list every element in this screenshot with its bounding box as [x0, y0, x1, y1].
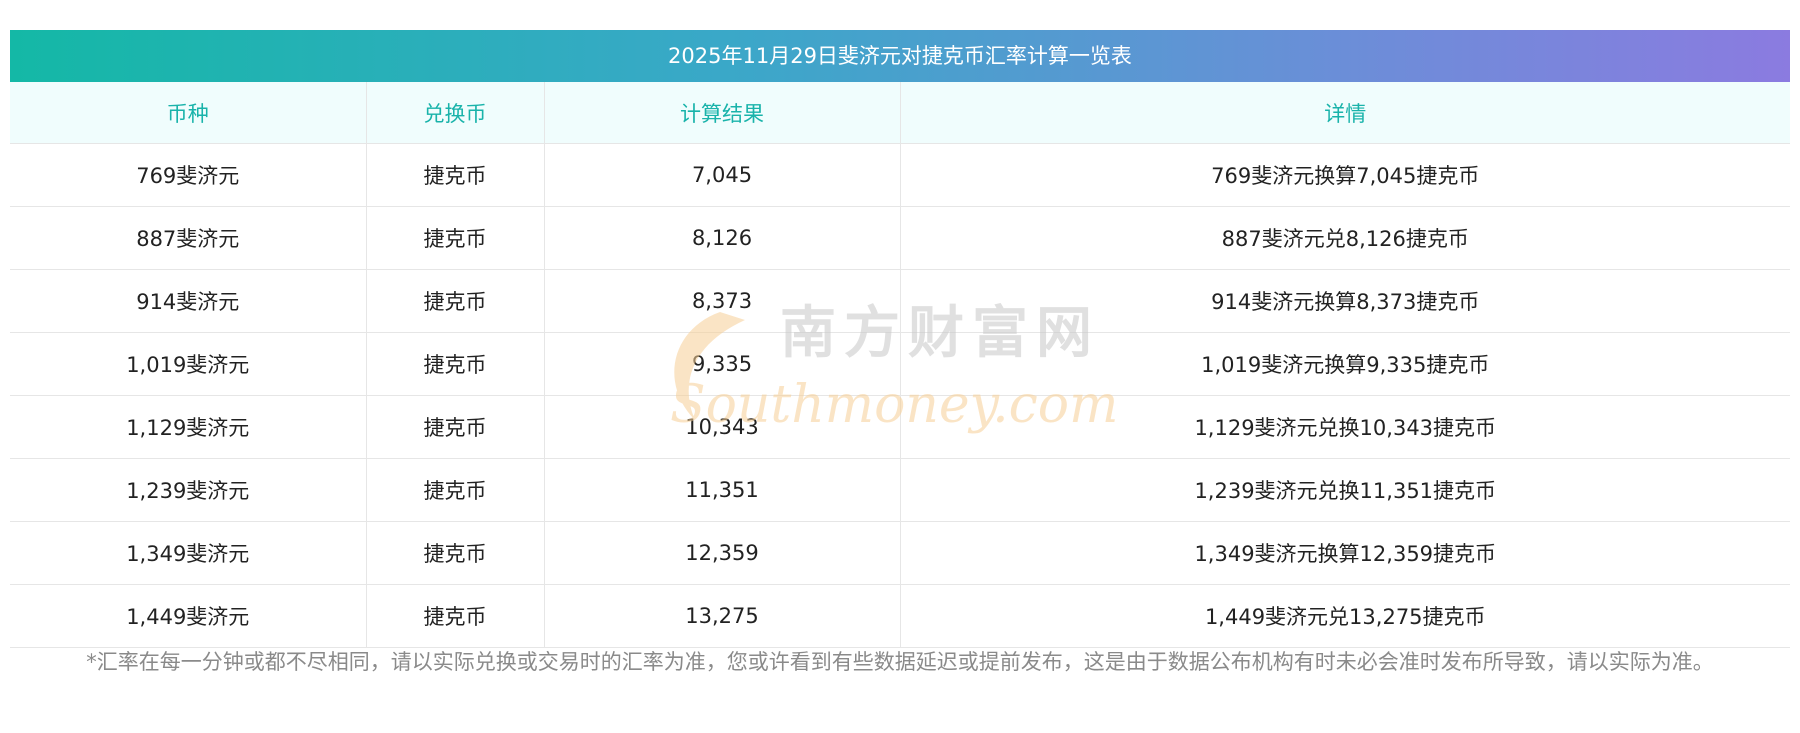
- table-row: 1,449斐济元 捷克币 13,275 1,449斐济元兑13,275捷克币: [10, 584, 1790, 648]
- cell-currency: 1,449斐济元: [10, 584, 367, 648]
- cell-details: 1,239斐济元兑换11,351捷克币: [900, 458, 1790, 522]
- rate-table: 币种 兑换币 计算结果 详情 769斐济元 捷克币 7,045 769斐济元换算…: [10, 82, 1790, 648]
- cell-target: 捷克币: [366, 143, 545, 207]
- cell-result: 8,126: [544, 206, 901, 270]
- cell-currency: 1,349斐济元: [10, 521, 367, 585]
- table-row: 887斐济元 捷克币 8,126 887斐济元兑8,126捷克币: [10, 206, 1790, 270]
- header-currency: 币种: [10, 82, 367, 144]
- header-result: 计算结果: [544, 82, 901, 144]
- cell-result: 9,335: [544, 332, 901, 396]
- disclaimer-footnote: *汇率在每一分钟或都不尽相同，请以实际兑换或交易时的汇率为准，您或许看到有些数据…: [86, 650, 1714, 674]
- cell-currency: 1,019斐济元: [10, 332, 367, 396]
- table-row: 1,349斐济元 捷克币 12,359 1,349斐济元换算12,359捷克币: [10, 521, 1790, 585]
- cell-details: 1,129斐济元兑换10,343捷克币: [900, 395, 1790, 459]
- cell-details: 1,019斐济元换算9,335捷克币: [900, 332, 1790, 396]
- cell-target: 捷克币: [366, 521, 545, 585]
- cell-result: 12,359: [544, 521, 901, 585]
- table-row: 1,019斐济元 捷克币 9,335 1,019斐济元换算9,335捷克币: [10, 332, 1790, 396]
- cell-details: 1,449斐济元兑13,275捷克币: [900, 584, 1790, 648]
- cell-details: 1,349斐济元换算12,359捷克币: [900, 521, 1790, 585]
- cell-currency: 1,239斐济元: [10, 458, 367, 522]
- cell-currency: 1,129斐济元: [10, 395, 367, 459]
- rate-table-container: 2025年11月29日斐济元对捷克币汇率计算一览表 币种 兑换币 计算结果 详情…: [10, 30, 1790, 648]
- cell-currency: 887斐济元: [10, 206, 367, 270]
- cell-details: 914斐济元换算8,373捷克币: [900, 269, 1790, 333]
- table-title: 2025年11月29日斐济元对捷克币汇率计算一览表: [10, 30, 1790, 82]
- cell-target: 捷克币: [366, 458, 545, 522]
- cell-result: 13,275: [544, 584, 901, 648]
- cell-details: 887斐济元兑8,126捷克币: [900, 206, 1790, 270]
- table-row: 1,129斐济元 捷克币 10,343 1,129斐济元兑换10,343捷克币: [10, 395, 1790, 459]
- cell-target: 捷克币: [366, 584, 545, 648]
- cell-result: 8,373: [544, 269, 901, 333]
- table-row: 769斐济元 捷克币 7,045 769斐济元换算7,045捷克币: [10, 143, 1790, 207]
- cell-currency: 769斐济元: [10, 143, 367, 207]
- cell-target: 捷克币: [366, 269, 545, 333]
- header-target-currency: 兑换币: [366, 82, 545, 144]
- cell-result: 7,045: [544, 143, 901, 207]
- table-row: 914斐济元 捷克币 8,373 914斐济元换算8,373捷克币: [10, 269, 1790, 333]
- cell-target: 捷克币: [366, 332, 545, 396]
- header-details: 详情: [900, 82, 1790, 144]
- cell-currency: 914斐济元: [10, 269, 367, 333]
- cell-target: 捷克币: [366, 206, 545, 270]
- cell-target: 捷克币: [366, 395, 545, 459]
- cell-result: 10,343: [544, 395, 901, 459]
- cell-result: 11,351: [544, 458, 901, 522]
- table-row: 1,239斐济元 捷克币 11,351 1,239斐济元兑换11,351捷克币: [10, 458, 1790, 522]
- cell-details: 769斐济元换算7,045捷克币: [900, 143, 1790, 207]
- table-header-row: 币种 兑换币 计算结果 详情: [10, 82, 1790, 144]
